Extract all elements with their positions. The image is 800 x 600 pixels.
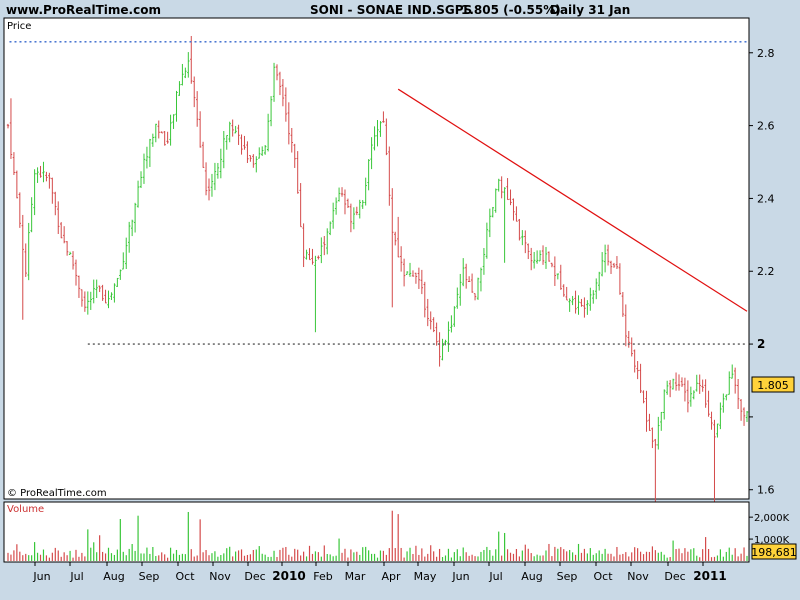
x-tick-label: Sep [557,570,578,583]
site-url[interactable]: www.ProRealTime.com [6,3,161,17]
x-tick-label: Jul [69,570,83,583]
last-volume-value: 198,681 [751,546,797,559]
x-tick-label: Jun [32,570,50,583]
x-tick-label: Dec [244,570,265,583]
y-tick-label: 2.6 [757,120,775,133]
time-x-axis: Jun Jul Aug Sep Oct Nov Dec 2010 Feb Mar Apr May Jun… [32,562,727,583]
x-tick-label: Sep [139,570,160,583]
y-tick-label: 2 [757,337,765,351]
last-price-value: 1.805 [757,379,789,392]
x-tick-label: May [414,570,437,583]
x-tick-label: Oct [593,570,613,583]
quote-change: 1.805 (-0.55%) [461,3,561,17]
period-label: Daily 31 Jan [550,3,630,17]
x-tick-label: 2010 [272,569,305,583]
x-tick-label: Nov [209,570,231,583]
volume-tick-label: 2,000K [754,513,790,524]
x-tick-label: Jun [451,570,469,583]
copyright-label: © ProRealTime.com [7,488,107,499]
chart-title: SONI - SONAE IND.SGPS [310,3,472,17]
y-tick-label: 1.6 [757,484,775,497]
x-tick-label: 2011 [693,569,726,583]
x-tick-label: Oct [175,570,195,583]
price-panel-label: Price [7,21,31,32]
y-tick-label: 2.4 [757,192,775,205]
x-tick-label: Aug [103,570,124,583]
x-tick-label: Dec [664,570,685,583]
x-tick-label: Apr [381,570,401,583]
volume-panel-label: Volume [7,504,44,515]
y-tick-label: 2.8 [757,47,775,60]
y-tick-label: 2.2 [757,265,775,278]
x-tick-label: Feb [313,570,332,583]
x-tick-label: Nov [627,570,649,583]
price-y-axis: 2.8 2.6 2.4 2.2 2 1.6 [749,47,775,497]
price-panel [3,17,750,500]
stock-chart: www.ProRealTime.com SONI - SONAE IND.SGP… [3,3,797,583]
x-tick-label: Mar [345,570,366,583]
volume-y-axis: 2,000K1,000K [749,513,790,546]
x-tick-label: Aug [521,570,542,583]
x-tick-label: Jul [488,570,502,583]
